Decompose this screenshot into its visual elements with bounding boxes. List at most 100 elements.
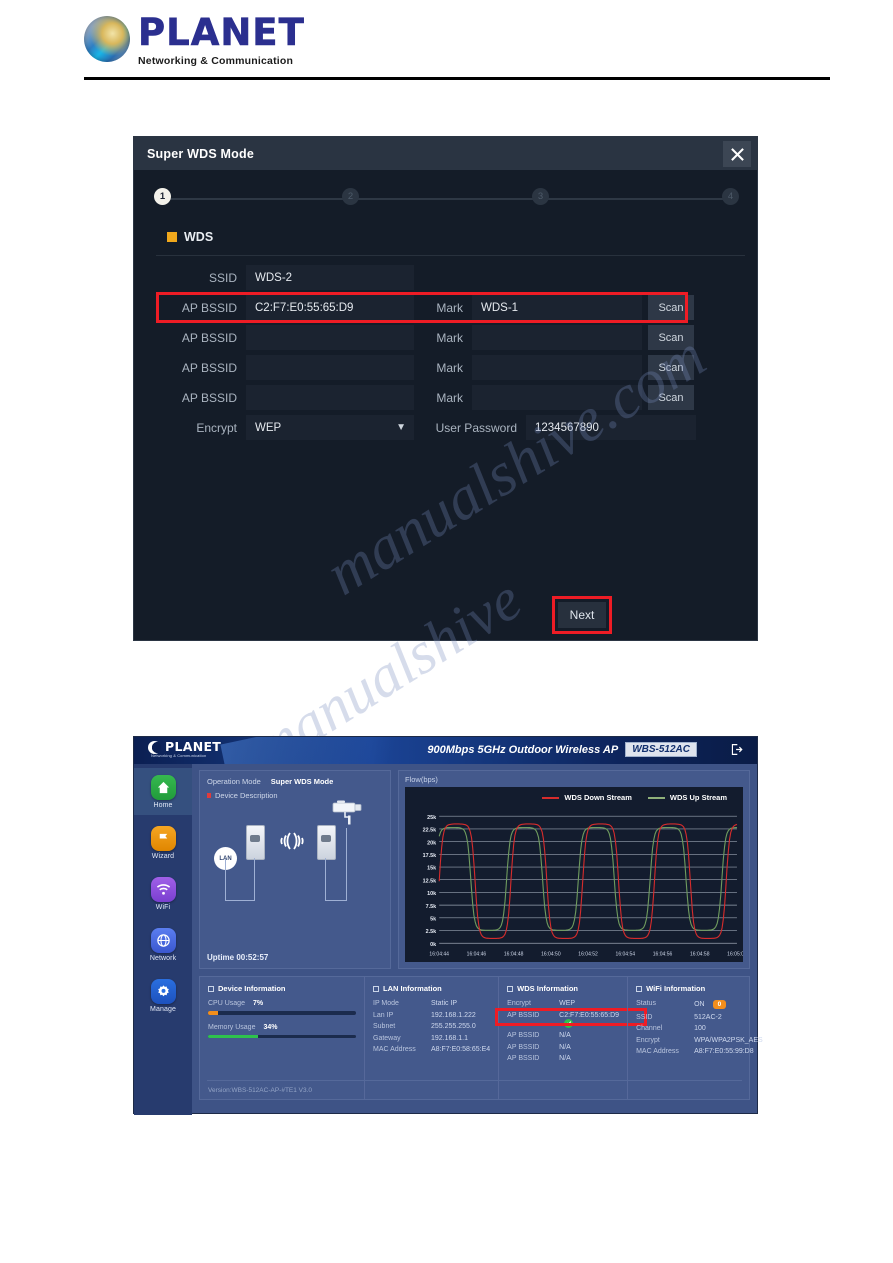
info-value: ON 0 (694, 1000, 727, 1009)
info-value: A8:F7:E0:58:65:E4 (431, 1046, 491, 1053)
info-key: Encrypt (507, 1000, 531, 1007)
version-text: Version:WBS-512AC-AP-#TE1 V3.0 (208, 1087, 313, 1094)
step-connector-line (163, 198, 729, 200)
info-row: Encrypt WEP (507, 1000, 619, 1007)
globe-icon (150, 927, 176, 953)
uptime-text: Uptime 00:52:57 (207, 953, 269, 962)
sidebar-label-manage: Manage (150, 1005, 176, 1013)
info-value: Static IP (431, 1000, 458, 1007)
panel-marker-icon (208, 985, 214, 992)
info-key: AP BSSID (507, 1032, 540, 1039)
sidebar-item-wizard[interactable]: Wizard (134, 819, 192, 866)
info-row: AP BSSID N/A (507, 1044, 619, 1051)
document-page: PLANET Networking & Communication Super … (0, 0, 893, 1263)
wds-section-header: WDS (167, 230, 213, 244)
ap-bssid-input-2[interactable] (246, 325, 414, 350)
status-badge: 0 (712, 1000, 727, 1009)
cpu-usage-label: CPU Usage (208, 1000, 245, 1007)
planet-logo: PLANET Networking & Communication (84, 14, 830, 67)
ssid-row: SSID WDS-2 (156, 265, 414, 290)
dashboard-top-row: Operation Mode Super WDS Mode Device Des… (199, 770, 750, 969)
router-topbar: PLANET Networking & Communication 900Mbp… (134, 737, 757, 764)
sidebar-item-network[interactable]: Network (134, 921, 192, 968)
encrypt-label: Encrypt (196, 420, 237, 435)
logout-glyph (731, 744, 743, 755)
mark-label-2: Mark (436, 330, 463, 345)
info-value: N/A (559, 1055, 571, 1062)
lan-information-header: LAN Information (373, 984, 490, 993)
scan-button-2[interactable]: Scan (648, 325, 694, 350)
link-line-right (325, 858, 326, 901)
svg-text:16:04:56: 16:04:56 (653, 952, 673, 958)
svg-text:10k: 10k (427, 891, 437, 897)
scan-button-4[interactable]: Scan (648, 385, 694, 410)
mark-input-4[interactable] (472, 385, 642, 410)
user-password-input[interactable]: 1234567890 (526, 415, 696, 440)
info-row: Channel 100 (636, 1025, 763, 1032)
info-key: AP BSSID (507, 1011, 540, 1019)
svg-text:0k: 0k (430, 942, 437, 948)
svg-text:17.5k: 17.5k (423, 853, 437, 859)
ap-bssid-input-3[interactable] (246, 355, 414, 380)
close-icon[interactable] (723, 141, 751, 167)
sidebar-item-home[interactable]: Home (134, 768, 192, 815)
ap-bssid-row-2: AP BSSID Mark Scan (156, 325, 694, 350)
ap-bssid-input-1[interactable]: C2:F7:E0:55:65:D9 (246, 295, 414, 320)
operation-mode: Operation Mode Super WDS Mode (207, 777, 333, 786)
step-3[interactable]: 3 (532, 188, 549, 205)
svg-text:5k: 5k (430, 916, 437, 922)
section-marker-icon (167, 232, 177, 242)
svg-text:16:04:52: 16:04:52 (578, 952, 598, 958)
svg-text:16:04:46: 16:04:46 (467, 952, 487, 958)
super-wds-dialog: Super WDS Mode 1 2 3 4 WDS SSID WDS-2 AP… (133, 136, 758, 641)
device-description-label: Device Description (215, 791, 278, 800)
mark-input-1[interactable]: WDS-1 (472, 295, 642, 320)
mark-input-2[interactable] (472, 325, 642, 350)
info-key: Encrypt (636, 1036, 660, 1044)
step-2[interactable]: 2 (342, 188, 359, 205)
step-1[interactable]: 1 (154, 188, 171, 205)
info-row: Lan IP 192.168.1.222 (373, 1012, 490, 1019)
scan-button-3[interactable]: Scan (648, 355, 694, 380)
info-value: N/A (559, 1032, 571, 1039)
info-row: AP BSSID N/A (507, 1032, 619, 1039)
sidebar-item-manage[interactable]: Manage (134, 972, 192, 1019)
step-4[interactable]: 4 (722, 188, 739, 205)
document-header: PLANET Networking & Communication (84, 14, 830, 76)
svg-text:16:04:50: 16:04:50 (541, 952, 561, 958)
scan-button-1[interactable]: Scan (648, 295, 694, 320)
sidebar-item-wifi[interactable]: WiFi (134, 870, 192, 917)
router-dashboard: PLANET Networking & Communication 900Mbp… (133, 736, 763, 1115)
info-value: 255.255.255.0 (431, 1023, 476, 1030)
cpu-usage-value: 7% (252, 1000, 264, 1007)
mark-input-3[interactable] (472, 355, 642, 380)
lan-information-title: LAN Information (383, 984, 442, 993)
svg-text:16:04:44: 16:04:44 (429, 952, 449, 958)
header-rule (84, 77, 830, 80)
footer-divider (207, 1080, 742, 1081)
wifi-information-title: WiFi Information (646, 984, 706, 993)
router-content: Operation Mode Super WDS Mode Device Des… (192, 764, 763, 1115)
router-body: Home Wizard WiFi Network Manage Operatio… (134, 764, 763, 1115)
info-key: Gateway (373, 1034, 401, 1042)
info-value: C2:F7:E0:55:65:D9 (559, 1012, 619, 1028)
next-button[interactable]: Next (558, 602, 606, 628)
topology-diagram: LAN (200, 800, 390, 938)
wds-information-rows: Encrypt WEP AP BSSID C2:F7:E0:55:65:D9 AP BS… (507, 1000, 619, 1062)
encrypt-row: Encrypt WEP ▼ User Password 1234567890 (156, 415, 696, 440)
logout-icon[interactable] (730, 743, 743, 761)
device-description-header: Device Description (207, 791, 278, 800)
wireless-signal-icon (280, 832, 304, 850)
sidebar-label-wizard: Wizard (151, 852, 175, 860)
ap-bssid-label-2: AP BSSID (181, 330, 237, 345)
svg-text:25k: 25k (427, 815, 437, 821)
camera-icon (332, 800, 362, 825)
wifi-icon (150, 876, 176, 902)
svg-text:22.5k: 22.5k (423, 828, 437, 834)
ap-bssid-input-4[interactable] (246, 385, 414, 410)
ssid-input[interactable]: WDS-2 (246, 265, 414, 290)
info-key: SSID (636, 1013, 653, 1021)
encrypt-select[interactable]: WEP ▼ (246, 415, 414, 440)
home-icon (150, 774, 176, 800)
bullet-icon (207, 793, 211, 798)
